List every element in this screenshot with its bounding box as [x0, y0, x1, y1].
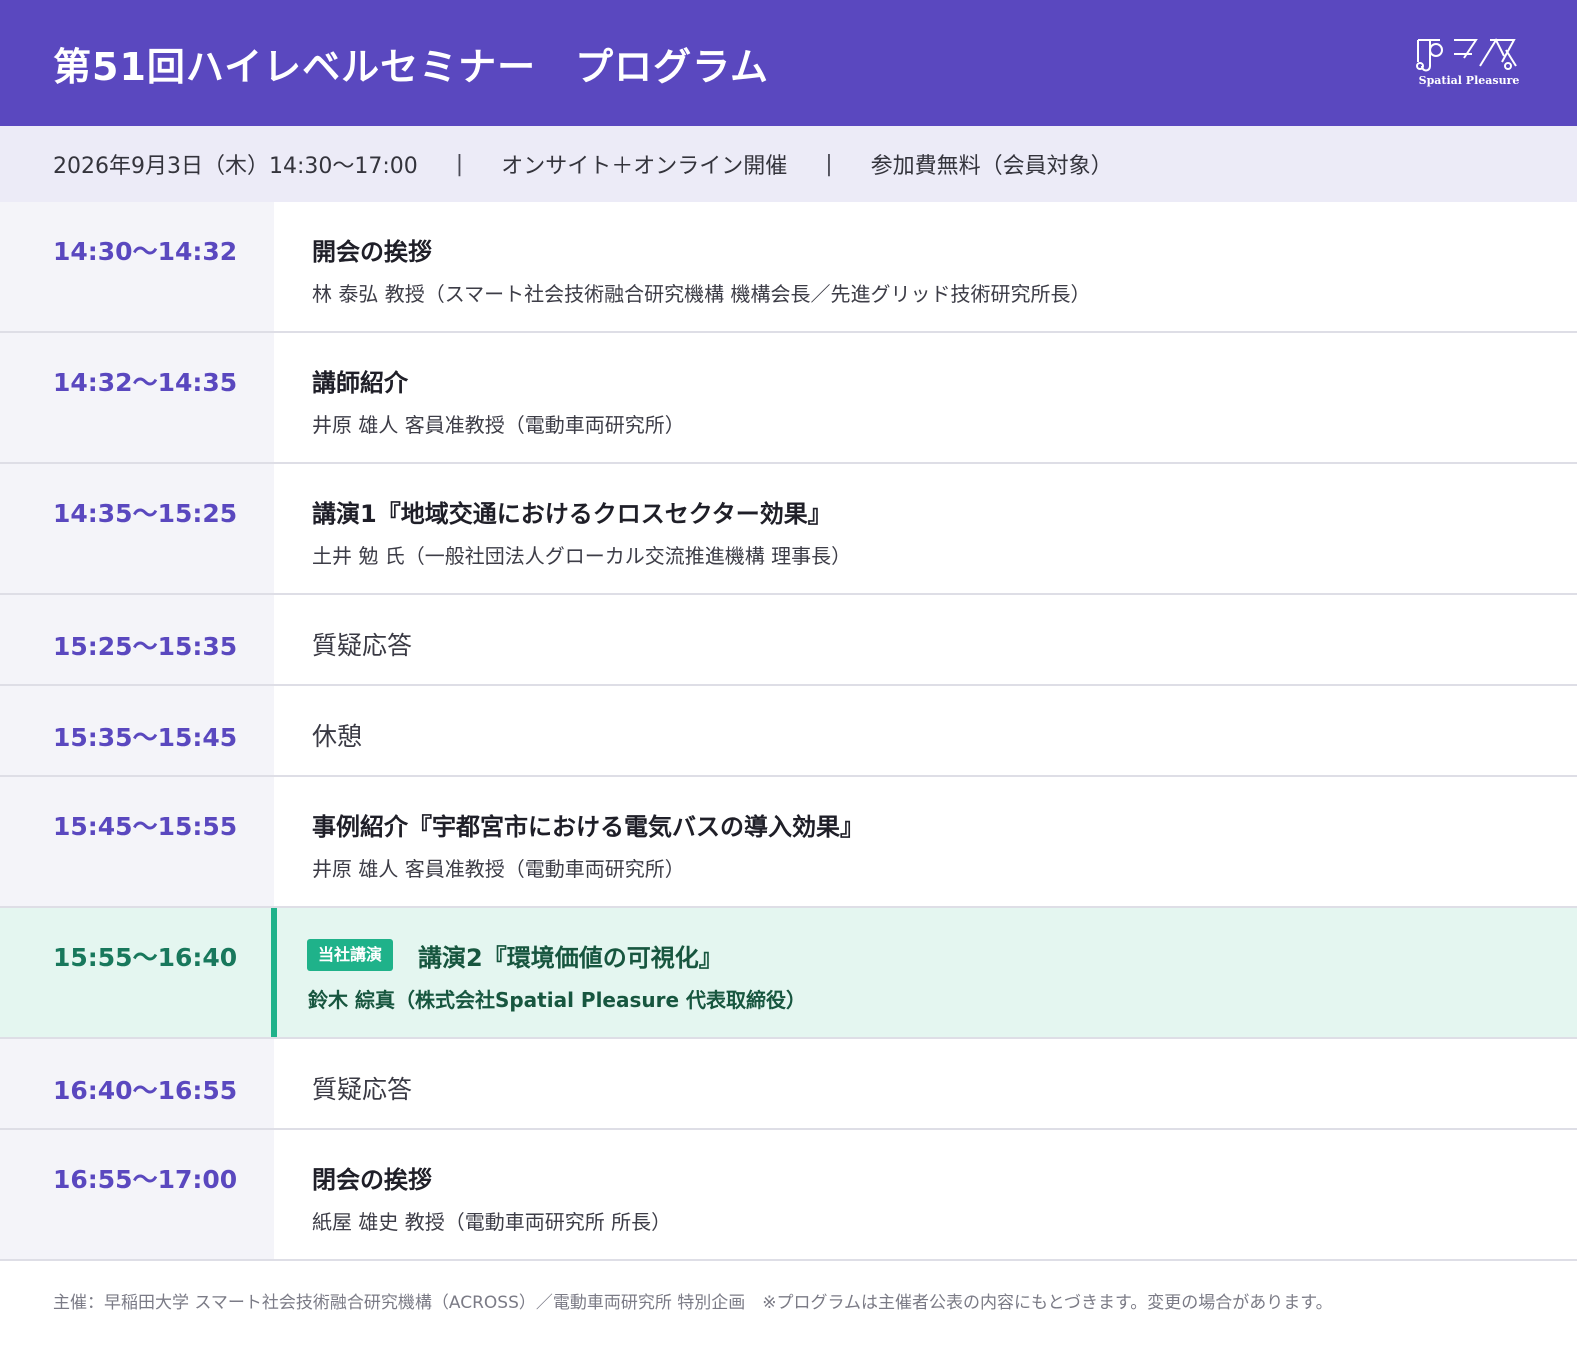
schedule-row: 15:35〜15:45 休憩 [0, 686, 1577, 777]
event-info-bar: 2026年9月3日（木）14:30〜17:00 | オンサイト＋オンライン開催 … [0, 126, 1577, 202]
session-title: 講師紹介 [312, 369, 408, 397]
session-title: 講演1『地域交通におけるクロスセクター効果』 [312, 500, 832, 528]
divider: | [455, 151, 464, 177]
page-title: 第51回ハイレベルセミナー プログラム [53, 45, 769, 89]
session-time: 16:55〜17:00 [53, 1165, 238, 1194]
session-time: 15:35〜15:45 [53, 723, 238, 752]
session-time: 15:25〜15:35 [53, 632, 238, 661]
session-title: 事例紹介『宇都宮市における電気バスの導入効果』 [312, 813, 864, 841]
session-speaker: 鈴木 綜真（株式会社Spatial Pleasure 代表取締役） [308, 988, 807, 1012]
company-talk-badge: 当社講演 [307, 939, 394, 971]
event-format: オンサイト＋オンライン開催 [501, 154, 788, 179]
schedule-list: 14:30〜14:32 開会の挨拶 林 泰弘 教授（スマート社会技術融合研究機構… [0, 202, 1577, 1261]
session-time: 14:30〜14:32 [53, 237, 238, 266]
session-speaker: 土井 勉 氏（一般社団法人グローカル交流推進機構 理事長） [312, 544, 852, 568]
schedule-row: 15:25〜15:35 質疑応答 [0, 595, 1577, 686]
session-time: 14:32〜14:35 [53, 368, 238, 397]
session-title: 質疑応答 [312, 1075, 413, 1104]
session-speaker: 井原 雄人 客員准教授（電動車両研究所） [312, 857, 685, 881]
session-title: 開会の挨拶 [312, 238, 432, 266]
schedule-row: 15:45〜15:55 事例紹介『宇都宮市における電気バスの導入効果』 井原 雄… [0, 777, 1577, 908]
session-time: 15:55〜16:40 [53, 943, 238, 972]
logo-mark-icon [1416, 37, 1517, 72]
header-banner: 第51回ハイレベルセミナー プログラム Spatial Pleasure [0, 0, 1577, 126]
session-speaker: 林 泰弘 教授（スマート社会技術融合研究機構 機構会長／先進グリッド技術研究所長… [312, 282, 1091, 306]
event-fee: 参加費無料（会員対象） [870, 154, 1113, 179]
schedule-row: 16:55〜17:00 閉会の挨拶 紙屋 雄史 教授（電動車両研究所 所長） [0, 1130, 1577, 1261]
session-time: 16:40〜16:55 [53, 1076, 238, 1105]
session-speaker: 井原 雄人 客員准教授（電動車両研究所） [312, 413, 685, 437]
session-title: 講演2『環境価値の可視化』 [418, 944, 723, 972]
footer-note: 主催：早稲田大学 スマート社会技術融合研究機構（ACROSS）／電動車両研究所 … [53, 1293, 1333, 1313]
schedule-row-highlighted: 15:55〜16:40 当社講演 講演2『環境価値の可視化』 鈴木 綜真（株式会… [0, 908, 1577, 1039]
session-title: 閉会の挨拶 [312, 1166, 432, 1194]
session-title: 質疑応答 [312, 631, 413, 660]
schedule-row: 14:30〜14:32 開会の挨拶 林 泰弘 教授（スマート社会技術融合研究機構… [0, 202, 1577, 333]
schedule-row: 14:32〜14:35 講師紹介 井原 雄人 客員准教授（電動車両研究所） [0, 333, 1577, 464]
schedule-row: 14:35〜15:25 講演1『地域交通におけるクロスセクター効果』 土井 勉 … [0, 464, 1577, 595]
session-time: 15:45〜15:55 [53, 812, 238, 841]
event-datetime: 2026年9月3日（木）14:30〜17:00 [53, 154, 418, 179]
company-logo: Spatial Pleasure [1414, 36, 1524, 92]
logo-text: Spatial Pleasure [1418, 74, 1520, 87]
highlight-accent-bar [271, 908, 277, 1037]
schedule-row: 16:40〜16:55 質疑応答 [0, 1039, 1577, 1130]
session-speaker: 紙屋 雄史 教授（電動車両研究所 所長） [312, 1210, 672, 1234]
session-time: 14:35〜15:25 [53, 499, 238, 528]
session-title: 休憩 [312, 722, 363, 751]
divider: | [825, 151, 833, 177]
